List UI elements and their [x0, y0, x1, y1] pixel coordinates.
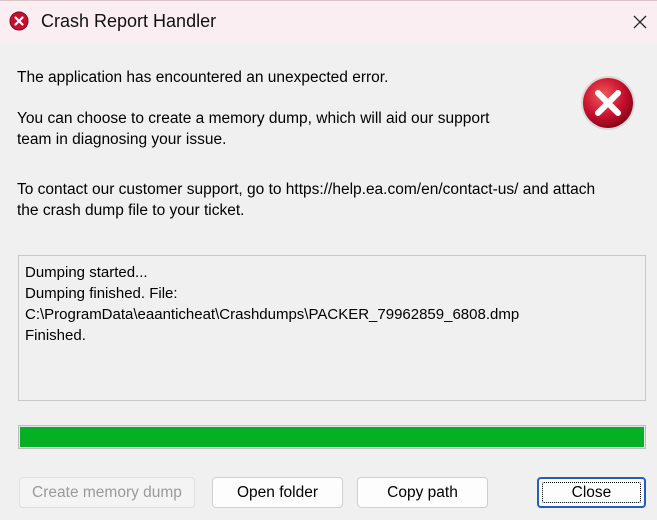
error-icon: [9, 11, 29, 31]
error-message: The application has encountered an unexp…: [17, 69, 389, 86]
create-memory-dump-button[interactable]: Create memory dump: [19, 477, 195, 508]
close-button-label: Close: [571, 483, 612, 501]
log-line: Finished.: [25, 327, 86, 344]
title-bar: Crash Report Handler: [0, 0, 657, 42]
log-line: Dumping finished. File:: [25, 285, 178, 302]
copy-path-button[interactable]: Copy path: [357, 477, 488, 508]
close-button[interactable]: Close: [537, 477, 646, 508]
log-line: Dumping started...: [25, 264, 148, 281]
support-instructions-line-2: the crash dump file to your ticket.: [17, 202, 245, 219]
close-icon[interactable]: [628, 10, 652, 34]
dump-explanation-line-2: team in diagnosing your issue.: [17, 131, 227, 148]
support-instructions-line-1: To contact our customer support, go to h…: [17, 181, 596, 198]
dump-progress-bar: [18, 425, 646, 449]
progress-fill: [20, 427, 644, 447]
window-title: Crash Report Handler: [41, 11, 217, 31]
error-icon: [581, 76, 635, 130]
dump-explanation-line-1: You can choose to create a memory dump, …: [17, 110, 490, 127]
dump-log-textbox[interactable]: Dumping started... Dumping finished. Fil…: [18, 255, 646, 401]
log-line: C:\ProgramData\eaanticheat\Crashdumps\PA…: [25, 306, 520, 323]
open-folder-button[interactable]: Open folder: [212, 477, 343, 508]
